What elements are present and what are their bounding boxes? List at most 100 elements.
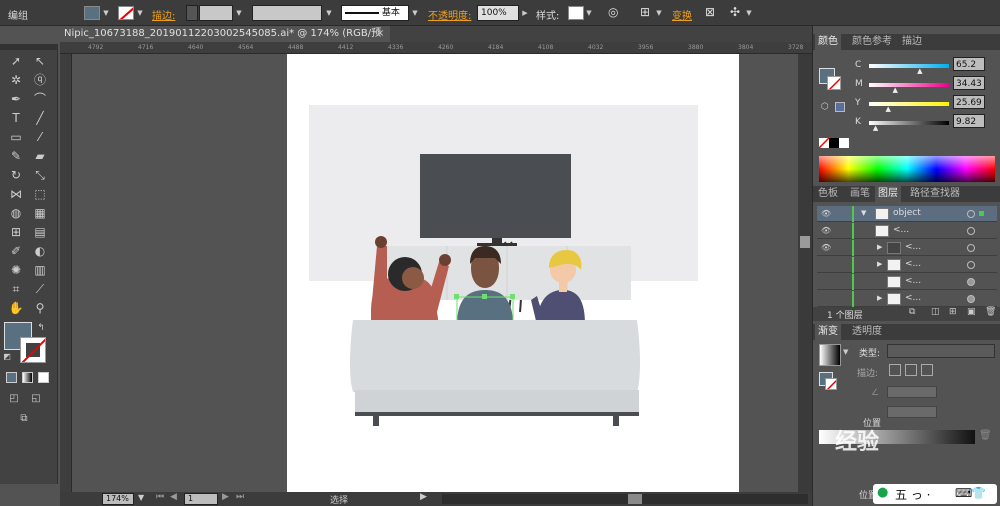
gamut-swatch[interactable] bbox=[835, 102, 845, 112]
color-spectrum[interactable] bbox=[819, 156, 995, 182]
channel-y-slider[interactable]: ▲ bbox=[869, 102, 949, 113]
slider-handle-icon[interactable]: ▲ bbox=[886, 105, 891, 113]
width-tool-icon[interactable]: ⋈ bbox=[6, 185, 26, 203]
rectangle-tool-icon[interactable]: ▭ bbox=[6, 128, 26, 146]
target-circle-icon[interactable] bbox=[967, 278, 975, 286]
stroke-weight-dropdown-icon[interactable]: ▼ bbox=[234, 5, 244, 21]
hand-tool-icon[interactable]: ✋ bbox=[6, 299, 26, 317]
target-circle-icon[interactable] bbox=[967, 261, 975, 269]
collapse-icon[interactable]: ▼ bbox=[861, 209, 866, 217]
expand-icon[interactable]: ▶ bbox=[877, 243, 882, 251]
align-dropdown-icon[interactable]: ▼ bbox=[654, 5, 664, 21]
recolor-icon[interactable]: ◎ bbox=[608, 5, 618, 19]
panel-stroke-swatch[interactable] bbox=[827, 76, 841, 90]
target-circle-icon[interactable] bbox=[967, 295, 975, 303]
paintbrush-tool-icon[interactable]: ⁄ bbox=[30, 128, 50, 146]
gradient-type-select[interactable] bbox=[887, 344, 995, 358]
visibility-eye-icon[interactable]: 👁 bbox=[821, 209, 831, 218]
layer-row[interactable]: ▶ <... bbox=[817, 257, 997, 273]
h-scroll-thumb[interactable] bbox=[628, 494, 642, 504]
tab-color-guide[interactable]: 颜色参考 bbox=[849, 34, 895, 50]
layer-row[interactable]: 👁 ▼ object bbox=[817, 206, 997, 222]
mesh-tool-icon[interactable]: ⊞ bbox=[6, 223, 26, 241]
layer-name[interactable]: <... bbox=[905, 242, 921, 252]
canvas-area[interactable] bbox=[72, 54, 798, 492]
zoom-input[interactable]: 174% bbox=[102, 493, 134, 505]
shape-builder-tool-icon[interactable]: ◍ bbox=[6, 204, 26, 222]
swap-fill-stroke-icon[interactable]: ↰ bbox=[34, 319, 48, 337]
delete-layer-icon[interactable]: 🗑 bbox=[985, 307, 996, 317]
channel-c-value[interactable]: 65.2 bbox=[953, 57, 985, 71]
toolbar-grip[interactable] bbox=[0, 44, 58, 50]
opacity-input[interactable]: 100% bbox=[477, 5, 519, 21]
variable-width-profile[interactable] bbox=[252, 5, 322, 21]
arrange-icon[interactable]: ✣ bbox=[730, 5, 740, 19]
symbol-sprayer-tool-icon[interactable]: ✺ bbox=[6, 261, 26, 279]
target-circle-icon[interactable] bbox=[967, 244, 975, 252]
expand-icon[interactable]: ▶ bbox=[877, 260, 882, 268]
aspect-ratio-input[interactable] bbox=[887, 406, 937, 418]
first-artboard-icon[interactable]: ⏮ bbox=[156, 492, 164, 502]
gradient-preview[interactable] bbox=[819, 344, 841, 366]
channel-m-slider[interactable]: ▲ bbox=[869, 83, 949, 94]
new-layer-icon[interactable]: ▣ bbox=[967, 307, 976, 317]
opacity-label[interactable]: 不透明度: bbox=[428, 7, 471, 22]
layer-row[interactable]: 👁 ▶ <... bbox=[817, 240, 997, 256]
last-artboard-icon[interactable]: ⏭ bbox=[236, 492, 244, 502]
gradient-tool-icon[interactable]: ▤ bbox=[30, 223, 50, 241]
stroke-dropdown-icon[interactable]: ▼ bbox=[135, 5, 145, 21]
direct-selection-tool-icon[interactable]: ↖ bbox=[30, 52, 50, 70]
layer-name[interactable]: object bbox=[893, 208, 921, 218]
layer-row[interactable]: <... bbox=[817, 274, 997, 290]
eraser-tool-icon[interactable]: ▰ bbox=[30, 147, 50, 165]
slider-handle-icon[interactable]: ▲ bbox=[893, 86, 898, 94]
document-tab[interactable]: Nipic_10673188_20190112203002545085.ai* … bbox=[60, 26, 390, 55]
gradient-preset-dropdown-icon[interactable]: ▼ bbox=[843, 348, 848, 356]
clipping-mask-icon[interactable]: ◫ bbox=[931, 307, 940, 317]
white-swatch[interactable] bbox=[839, 138, 849, 148]
arrange-dropdown-icon[interactable]: ▼ bbox=[744, 5, 754, 21]
target-circle-icon[interactable] bbox=[967, 210, 975, 218]
screen-mode-icon[interactable]: ⧉ bbox=[14, 410, 34, 428]
slider-handle-icon[interactable]: ▲ bbox=[873, 124, 878, 132]
fill-swatch[interactable] bbox=[84, 6, 100, 20]
free-transform-tool-icon[interactable]: ⬚ bbox=[30, 185, 50, 203]
stroke-weight-input[interactable] bbox=[199, 5, 233, 21]
graphic-style-swatch[interactable] bbox=[568, 6, 584, 20]
artboard-tool-icon[interactable]: ⌗ bbox=[6, 280, 26, 298]
gradient-stroke-swatch[interactable] bbox=[825, 378, 837, 390]
blend-tool-icon[interactable]: ◐ bbox=[30, 242, 50, 260]
layer-name[interactable]: <... bbox=[905, 259, 921, 269]
none-swatch[interactable] bbox=[819, 138, 829, 148]
tab-pathfinder[interactable]: 路径查找器 bbox=[907, 186, 963, 202]
column-graph-tool-icon[interactable]: ▥ bbox=[30, 261, 50, 279]
new-sublayer-icon[interactable]: ⊞ bbox=[949, 307, 957, 317]
fill-dropdown-icon[interactable]: ▼ bbox=[101, 5, 111, 21]
status-menu-icon[interactable]: ▶ bbox=[420, 492, 427, 502]
black-swatch[interactable] bbox=[829, 138, 839, 148]
channel-k-slider[interactable]: ▲ bbox=[869, 121, 949, 132]
expand-icon[interactable]: ▶ bbox=[877, 294, 882, 302]
eyedropper-tool-icon[interactable]: ✐ bbox=[6, 242, 26, 260]
color-mode-icon[interactable] bbox=[6, 372, 17, 383]
stroke-option-icon[interactable] bbox=[905, 364, 917, 376]
type-tool-icon[interactable]: T bbox=[6, 109, 26, 127]
layer-name[interactable]: <... bbox=[893, 225, 909, 235]
zoom-tool-icon[interactable]: ⚲ bbox=[30, 299, 50, 317]
gradient-mode-icon[interactable] bbox=[22, 372, 33, 383]
scroll-thumb[interactable] bbox=[800, 236, 810, 248]
horizontal-scrollbar[interactable] bbox=[442, 494, 808, 504]
selection-tool-icon[interactable]: ➚ bbox=[6, 52, 26, 70]
slider-handle-icon[interactable]: ▲ bbox=[917, 67, 922, 75]
isolate-icon[interactable]: ⊠ bbox=[705, 5, 715, 19]
layer-name[interactable]: <... bbox=[905, 293, 921, 303]
target-circle-icon[interactable] bbox=[967, 227, 975, 235]
channel-c-slider[interactable]: ▲ bbox=[869, 64, 949, 75]
style-dropdown-icon[interactable]: ▼ bbox=[584, 5, 594, 21]
perspective-grid-tool-icon[interactable]: ▦ bbox=[30, 204, 50, 222]
opacity-dropdown-icon[interactable]: ▶ bbox=[520, 5, 530, 21]
stroke-option-icon[interactable] bbox=[921, 364, 933, 376]
default-colors-icon[interactable]: ◩ bbox=[0, 348, 14, 366]
stroke-color-box[interactable] bbox=[20, 337, 46, 363]
slice-tool-icon[interactable]: ⟋ bbox=[30, 280, 50, 298]
